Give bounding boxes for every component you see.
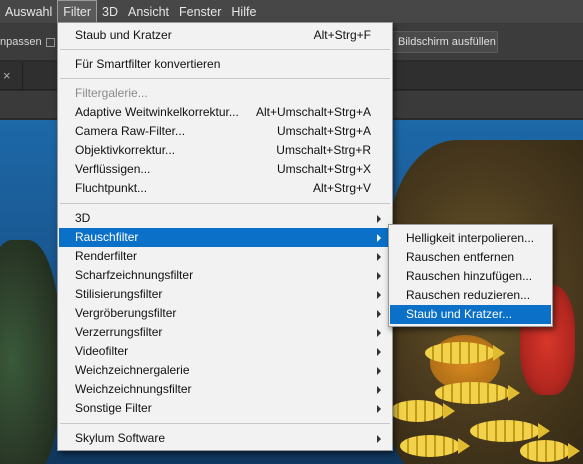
menu-separator — [60, 423, 390, 424]
submenu-arrow-icon — [377, 329, 381, 337]
fill-screen-button[interactable]: Bildschirm ausfüllen — [390, 31, 498, 53]
menu-ansicht[interactable]: Ansicht — [123, 0, 174, 24]
menu-item-objektivkorrektur[interactable]: Objektivkorrektur... Umschalt+Strg+R — [59, 141, 391, 160]
submenu-item-rauschen-entfernen[interactable]: Rauschen entfernen — [390, 248, 551, 267]
submenu-arrow-icon — [377, 348, 381, 356]
menu-separator — [60, 203, 390, 204]
submenu-arrow-icon — [377, 386, 381, 394]
submenu-arrow-icon — [377, 215, 381, 223]
menu-item-3d[interactable]: 3D — [59, 209, 391, 228]
menu-separator — [60, 49, 390, 50]
menu-separator — [60, 78, 390, 79]
submenu-arrow-icon — [377, 253, 381, 261]
menu-item-stilisierungsfilter[interactable]: Stilisierungsfilter — [59, 285, 391, 304]
submenu-arrow-icon — [377, 367, 381, 375]
menu-filter[interactable]: Filter — [57, 0, 98, 24]
submenu-arrow-icon — [377, 310, 381, 318]
submenu-arrow-icon — [377, 272, 381, 280]
menu-item-sonstige-filter[interactable]: Sonstige Filter — [59, 399, 391, 418]
menu-item-videofilter[interactable]: Videofilter — [59, 342, 391, 361]
menu-item-scharfzeichnungsfilter[interactable]: Scharfzeichnungsfilter — [59, 266, 391, 285]
menu-3d[interactable]: 3D — [97, 0, 123, 24]
application-menubar: Auswahl Filter 3D Ansicht Fenster Hilfe — [0, 0, 583, 24]
submenu-item-rauschen-hinzufuegen[interactable]: Rauschen hinzufügen... — [390, 267, 551, 286]
menu-item-fluchtpunkt[interactable]: Fluchtpunkt... Alt+Strg+V — [59, 179, 391, 198]
menu-auswahl[interactable]: Auswahl — [0, 0, 57, 24]
filter-menu: Staub und Kratzer Alt+Strg+F Für Smartfi… — [57, 22, 393, 451]
fit-option-checkbox[interactable] — [46, 38, 55, 47]
menu-item-vergroeberungsfilter[interactable]: Vergröberungsfilter — [59, 304, 391, 323]
submenu-arrow-icon — [377, 234, 381, 242]
fit-option-label: npassen — [0, 36, 42, 48]
menu-item-verfluessigen[interactable]: Verflüssigen... Umschalt+Strg+X — [59, 160, 391, 179]
menu-fenster[interactable]: Fenster — [174, 0, 226, 24]
fish-shape — [435, 382, 520, 404]
menu-item-skylum-software[interactable]: Skylum Software — [59, 429, 391, 448]
submenu-item-helligkeit-interpolieren[interactable]: Helligkeit interpolieren... — [390, 229, 551, 248]
menu-item-rauschfilter[interactable]: Rauschfilter — [59, 228, 391, 247]
menu-item-smartfilter[interactable]: Für Smartfilter konvertieren — [59, 55, 391, 74]
close-tab-icon[interactable]: × — [3, 68, 11, 83]
fish-shape — [425, 342, 505, 364]
tab-divider — [22, 62, 23, 90]
submenu-arrow-icon — [377, 405, 381, 413]
submenu-item-staub-und-kratzer[interactable]: Staub und Kratzer... — [390, 305, 551, 324]
menu-item-renderfilter[interactable]: Renderfilter — [59, 247, 391, 266]
menu-hilfe[interactable]: Hilfe — [226, 0, 261, 24]
menu-item-filtergalerie: Filtergalerie... — [75, 86, 148, 100]
submenu-arrow-icon — [377, 291, 381, 299]
menu-item-adaptive-weitwinkel[interactable]: Adaptive Weitwinkelkorrektur... Alt+Umsc… — [59, 103, 391, 122]
submenu-item-rauschen-reduzieren[interactable]: Rauschen reduzieren... — [390, 286, 551, 305]
menu-item-verzerrungsfilter[interactable]: Verzerrungsfilter — [59, 323, 391, 342]
noise-filter-submenu: Helligkeit interpolieren... Rauschen ent… — [388, 224, 553, 327]
fish-shape — [390, 400, 455, 422]
fish-shape — [400, 435, 470, 457]
menu-item-camera-raw[interactable]: Camera Raw-Filter... Umschalt+Strg+A — [59, 122, 391, 141]
menu-item-weichzeichnungsfilter[interactable]: Weichzeichnungsfilter — [59, 380, 391, 399]
fish-shape — [520, 440, 580, 462]
menu-item-weichzeichnergalerie[interactable]: Weichzeichnergalerie — [59, 361, 391, 380]
menu-item-staub-und-kratzer[interactable]: Staub und Kratzer Alt+Strg+F — [59, 26, 391, 45]
submenu-arrow-icon — [377, 435, 381, 443]
fish-shape — [470, 420, 550, 442]
reef-left-shape — [0, 240, 60, 464]
